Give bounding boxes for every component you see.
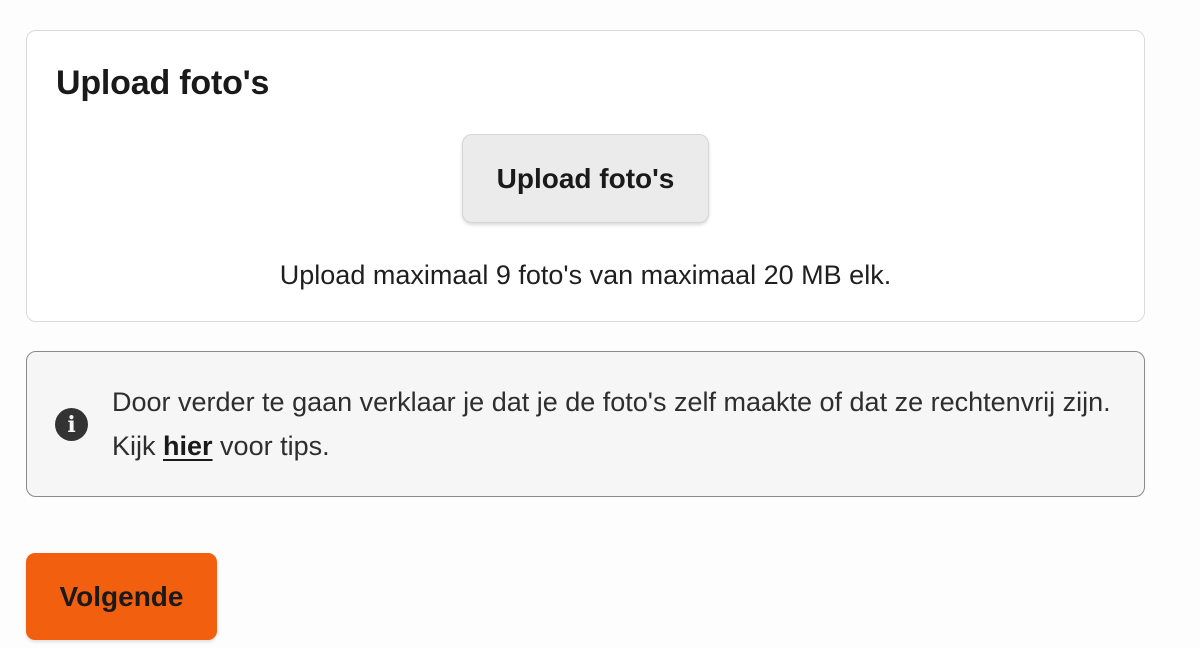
tips-link[interactable]: hier <box>163 431 213 461</box>
info-icon: i <box>55 408 88 441</box>
upload-limit-note: Upload maximaal 9 foto's van maximaal 20… <box>279 260 892 290</box>
info-text: Door verder te gaan verklaar je dat je d… <box>112 380 1112 468</box>
upload-card: Upload foto's Upload foto's Upload maxim… <box>26 30 1145 322</box>
upload-card-title: Upload foto's <box>56 64 270 102</box>
info-text-after: voor tips. <box>212 431 330 461</box>
info-box: i Door verder te gaan verklaar je dat je… <box>26 351 1145 497</box>
next-button[interactable]: Volgende <box>26 553 217 640</box>
upload-photos-button[interactable]: Upload foto's <box>462 134 709 223</box>
